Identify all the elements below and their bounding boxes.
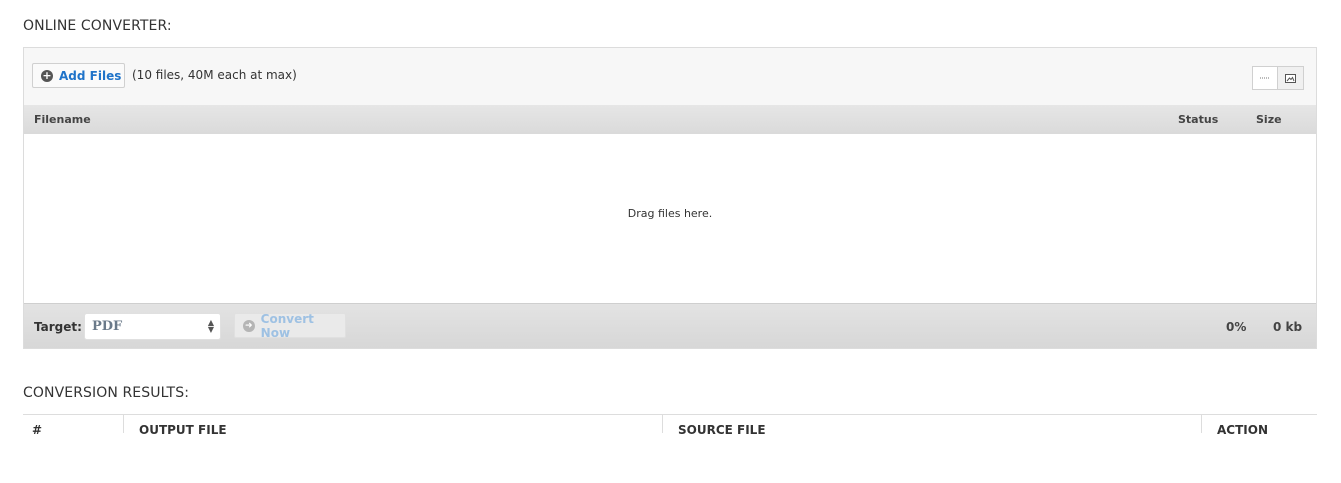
uploader-footer: Target: PDF ▲ ▼ ➜ Convert Now 0% 0 kb: [24, 303, 1316, 348]
results-table: # OUTPUT FILE SOURCE FILE ACTION: [23, 414, 1317, 455]
file-list-header: Filename Status Size: [24, 105, 1316, 134]
thumbnail-view-icon[interactable]: [1278, 66, 1304, 90]
results-col-output: OUTPUT FILE: [139, 423, 227, 437]
drop-hint: Drag files here.: [627, 207, 713, 220]
column-divider: [662, 415, 663, 433]
upload-progress: 0%: [1226, 320, 1247, 334]
converter-title: ONLINE CONVERTER:: [23, 18, 172, 34]
add-files-button[interactable]: + Add Files: [32, 63, 125, 88]
plus-circle-icon: +: [41, 68, 53, 82]
add-files-label: Add Files: [59, 68, 122, 83]
file-limit-note: (10 files, 40M each at max): [132, 68, 297, 82]
results-col-source: SOURCE FILE: [678, 423, 766, 437]
target-label: Target:: [34, 320, 82, 334]
convert-now-button[interactable]: ➜ Convert Now: [234, 311, 346, 340]
column-filename: Filename: [34, 113, 91, 126]
total-size: 0 kb: [1273, 320, 1303, 334]
column-divider: [1201, 415, 1202, 433]
arrow-circle-icon: ➜: [243, 319, 255, 332]
column-status: Status: [1178, 113, 1219, 126]
target-format-value: PDF: [92, 319, 123, 334]
file-drop-zone[interactable]: Drag files here.: [24, 134, 1316, 303]
results-col-index: #: [32, 423, 43, 437]
results-col-action: ACTION: [1217, 423, 1268, 437]
column-size: Size: [1256, 113, 1282, 126]
view-mode-switch: [1252, 66, 1304, 90]
convert-now-label: Convert Now: [260, 311, 314, 340]
select-arrows-icon: ▲ ▼: [207, 318, 214, 334]
column-divider: [123, 415, 124, 433]
results-title: CONVERSION RESULTS:: [23, 385, 190, 401]
uploader-toolbar: + Add Files (10 files, 40M each at max): [24, 48, 1316, 106]
list-view-icon[interactable]: [1252, 66, 1278, 90]
file-uploader: + Add Files (10 files, 40M each at max) …: [23, 47, 1317, 349]
target-format-select[interactable]: PDF ▲ ▼: [84, 313, 221, 340]
